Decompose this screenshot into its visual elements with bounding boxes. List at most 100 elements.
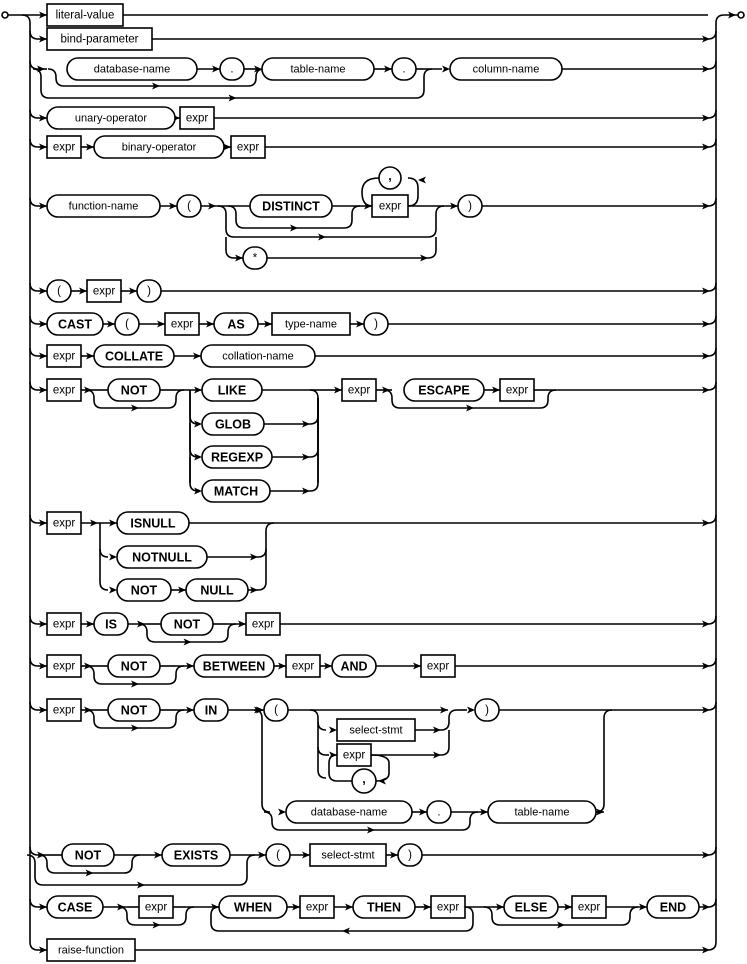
nonterminal-node: expr [164, 312, 200, 336]
arrow-head-icon [442, 65, 450, 73]
nonterminal-node: expr [179, 106, 215, 130]
connector-line [309, 709, 327, 779]
node-label: ELSE [515, 901, 548, 915]
node-label: AND [340, 660, 367, 674]
connector-line [29, 315, 39, 325]
nonterminal-node: expr [46, 378, 82, 402]
keyword-node: NULL [185, 578, 249, 602]
connector-line [317, 746, 327, 756]
nonterminal-node: expr [341, 378, 377, 402]
node-label: NOT [121, 384, 148, 398]
node-label: , [388, 169, 391, 183]
keyword-node: NOT [107, 654, 161, 678]
connector-line [225, 237, 235, 259]
node-label: select-stmt [349, 725, 402, 737]
nonterminal-node: type-name [271, 312, 351, 336]
nonterminal-node: expr [499, 378, 535, 402]
node-label: NOT [75, 849, 102, 863]
node-label: collation-name [222, 351, 294, 363]
keyword-node: EXISTS [161, 843, 231, 867]
node-label: table-name [290, 64, 345, 76]
connector-line [189, 423, 199, 458]
node-label: IN [205, 704, 218, 718]
node-label: expr [186, 113, 209, 125]
node-label: NOTNULL [132, 551, 192, 565]
node-label: * [253, 253, 258, 265]
node-label: literal-value [56, 10, 115, 22]
node-label: CAST [58, 318, 92, 332]
connector-line [262, 389, 319, 399]
terminal-node: ( [114, 312, 140, 336]
terminal-node: table-name [261, 57, 375, 81]
node-label: THEN [367, 901, 401, 915]
node-label: WHEN [234, 901, 272, 915]
node-label: AS [227, 318, 244, 332]
connector-line [499, 701, 717, 711]
terminal-node: . [219, 57, 245, 81]
terminal-node: binary-operator [93, 135, 225, 159]
node-label: bind-parameter [61, 34, 139, 46]
connector-line [99, 548, 109, 558]
keyword-node: DISTINCT [249, 194, 333, 218]
connector-line [29, 615, 39, 625]
arrow-head-icon [109, 553, 117, 561]
connector-line [440, 730, 450, 756]
node-label: EXISTS [174, 849, 218, 863]
keyword-node: ESCAPE [403, 378, 485, 402]
terminal-node: ) [474, 698, 500, 722]
start-terminal-icon [1, 11, 9, 19]
node-label: DISTINCT [262, 200, 320, 214]
keyword-node: ISNULL [116, 511, 190, 535]
node-label: NOT [131, 584, 158, 598]
node-label: MATCH [214, 485, 258, 499]
connector-line [548, 381, 717, 391]
node-label: database-name [94, 64, 170, 76]
node-label: NULL [200, 584, 234, 598]
nonterminal-node: expr [138, 895, 174, 919]
node-label: NOT [174, 618, 201, 632]
connector-line [189, 514, 717, 524]
keyword-node: CAST [46, 312, 104, 336]
connector-line [482, 197, 717, 207]
keyword-node: WHEN [218, 895, 288, 919]
expr-syntax-diagram: literal-value bind-parameter database-name… [1, 3, 745, 962]
connector-line [29, 846, 39, 856]
connector-line [29, 381, 39, 391]
node-label: , [362, 772, 365, 786]
connector-line [407, 177, 419, 207]
connector-line [280, 615, 717, 625]
node-label: expr [53, 385, 76, 397]
keyword-node: END [646, 895, 700, 919]
node-label: expr [171, 319, 194, 331]
connector-line [29, 138, 39, 148]
node-label: ( [276, 850, 280, 862]
connector-line [422, 846, 717, 856]
node-label: ( [274, 705, 278, 717]
node-label: ( [57, 286, 61, 298]
connector-line [29, 898, 39, 908]
connector-line [214, 109, 717, 119]
keyword-node: MATCH [201, 479, 271, 503]
node-label: select-stmt [321, 850, 374, 862]
node-label: LIKE [218, 384, 246, 398]
node-label: expr [53, 705, 76, 717]
nonterminal-node: expr [299, 895, 335, 919]
connector-line [595, 709, 613, 813]
terminal-node: collation-name [200, 344, 316, 368]
nonterminal-node: bind-parameter [46, 27, 153, 51]
node-label: ESCAPE [418, 384, 469, 398]
connector-line [189, 457, 199, 492]
connector-line [699, 898, 717, 908]
nonterminal-node: expr [336, 743, 372, 767]
node-label: NOT [121, 704, 148, 718]
nonterminal-node: expr [285, 654, 321, 678]
connector-line [189, 390, 199, 425]
keyword-node: NOT [107, 378, 161, 402]
connector-line [152, 30, 717, 40]
node-label: expr [306, 902, 329, 914]
connector-line [29, 197, 39, 207]
nonterminal-node: expr [420, 654, 456, 678]
node-label: expr [252, 619, 275, 631]
terminal-node: unary-operator [46, 106, 176, 130]
nonterminal-node: expr [46, 511, 82, 535]
